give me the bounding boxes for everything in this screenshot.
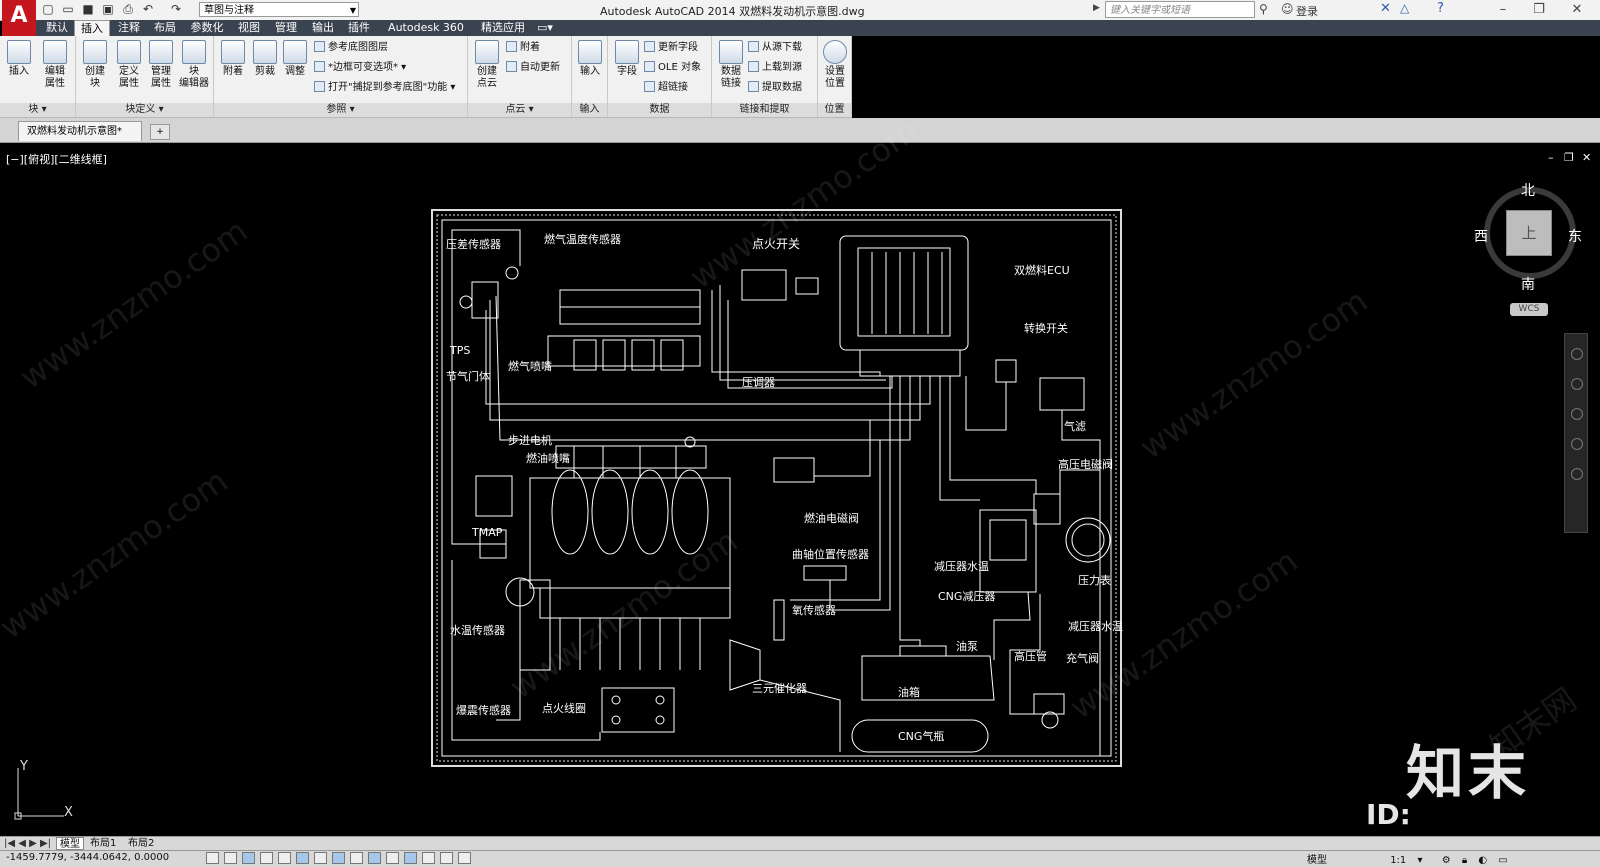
label-ecu: 双燃料ECU	[1014, 263, 1070, 277]
status-right: 模型 1:1 ▾ ⚙ 🔒︎ ◐ ▭	[1307, 851, 1508, 866]
otrack-toggle[interactable]	[332, 852, 345, 864]
watermark: www.znzmo.com	[503, 522, 745, 707]
label-stepper: 步进电机	[508, 433, 552, 447]
label-regulator: 压调器	[742, 376, 775, 389]
label-fuel-valve: 燃油电磁阀	[804, 511, 859, 525]
compass-west[interactable]: 西	[1474, 226, 1488, 246]
label-water-sensor: 水温传感器	[450, 624, 505, 637]
layout-nav-arrows[interactable]: |◀ ◀ ▶ ▶|	[4, 837, 51, 850]
label-gas-injector: 燃气喷嘴	[508, 359, 552, 373]
label-crank-sensor: 曲轴位置传感器	[792, 547, 869, 561]
infer-constraints-toggle[interactable]	[206, 852, 219, 864]
fullscreen-icon[interactable]: ▭	[1498, 855, 1507, 866]
dyn-toggle[interactable]	[368, 852, 381, 864]
drawing-canvas[interactable]: www.znzmo.com www.znzmo.com www.znzmo.co…	[0, 0, 1600, 866]
navigation-bar	[1564, 333, 1588, 533]
compass-east[interactable]: 东	[1568, 226, 1582, 246]
label-hp-pipe: 高压管	[1014, 649, 1047, 663]
label-switch: 转换开关	[1024, 321, 1068, 335]
tab-layout2[interactable]: 布局2	[128, 837, 154, 850]
label-ignition-switch: 点火开关	[752, 237, 800, 251]
label-gauge: 压力表	[1078, 573, 1111, 587]
workspace-switch-icon[interactable]: ⚙	[1442, 855, 1451, 866]
label-pressure-sensor: 压差传感器	[446, 237, 501, 251]
label-fuel-pump: 油泵	[956, 639, 978, 653]
layout-tab-bar	[0, 836, 1600, 851]
osnap-toggle[interactable]	[296, 852, 309, 864]
isolate-icon[interactable]: ◐	[1478, 855, 1487, 866]
watermark: www.znzmo.com	[1133, 282, 1375, 467]
wcs-menu[interactable]: WCS	[1510, 303, 1548, 316]
lock-icon[interactable]: 🔒︎	[1462, 855, 1467, 866]
annotation-monitor-toggle[interactable]	[458, 852, 471, 864]
ducs-toggle[interactable]	[350, 852, 363, 864]
label-hp-valve: 高压电磁阀	[1058, 457, 1113, 471]
snap-toggle[interactable]	[224, 852, 237, 864]
compass-north[interactable]: 北	[1521, 180, 1535, 200]
label-tmap: TMAP	[471, 526, 503, 539]
label-ignition-coil: 点火线圈	[542, 701, 586, 715]
viewcube-top-face[interactable]: 上	[1506, 210, 1552, 256]
label-charge-valve: 充气阀	[1066, 651, 1099, 665]
annotation-scale[interactable]: 1:1	[1390, 855, 1406, 866]
pan-icon[interactable]	[1571, 378, 1583, 390]
3d-osnap-toggle[interactable]	[314, 852, 327, 864]
label-catalyst: 三元催化器	[752, 681, 807, 695]
label-fuel-injector: 燃油喷嘴	[526, 451, 570, 465]
label-knock-sensor: 爆震传感器	[456, 703, 511, 717]
tab-layout1[interactable]: 布局1	[90, 837, 116, 850]
chevron-down-icon[interactable]: ▾	[1417, 855, 1422, 866]
coordinates-readout[interactable]: -1459.7779, -3444.0642, 0.0000	[6, 852, 169, 863]
label-reducer-water-2: 减压器水温	[1068, 620, 1123, 633]
zoom-icon[interactable]	[1571, 408, 1583, 420]
label-fuel-tank: 油箱	[898, 685, 920, 699]
label-throttle: 节气门体	[446, 369, 490, 383]
watermark: www.znzmo.com	[0, 462, 234, 647]
orbit-icon[interactable]	[1571, 438, 1583, 450]
compass-south[interactable]: 南	[1521, 274, 1535, 294]
tab-model[interactable]: 模型	[56, 837, 84, 850]
quick-properties-toggle[interactable]	[422, 852, 435, 864]
polar-toggle[interactable]	[278, 852, 291, 864]
watermark: www.znzmo.com	[13, 212, 255, 397]
lineweight-toggle[interactable]	[386, 852, 399, 864]
label-gas-filter: 气滤	[1064, 419, 1086, 433]
grid-toggle[interactable]	[242, 852, 255, 864]
steering-wheel-icon[interactable]	[1571, 348, 1583, 360]
watermark: www.znzmo.com	[683, 112, 925, 297]
label-tps: TPS	[449, 344, 470, 357]
selection-cycling-toggle[interactable]	[440, 852, 453, 864]
label-reducer-water: 减压器水温	[934, 560, 989, 573]
ucs-y-label: Y	[19, 759, 28, 774]
watermark: www.znzmo.com	[1063, 542, 1305, 727]
label-cng-cylinder: CNG气瓶	[898, 729, 944, 743]
model-space-button[interactable]: 模型	[1307, 855, 1327, 866]
label-gas-temp-sensor: 燃气温度传感器	[544, 232, 621, 246]
ucs-x-label: X	[64, 805, 73, 820]
ortho-toggle[interactable]	[260, 852, 273, 864]
label-oxygen-sensor: 氧传感器	[792, 603, 836, 617]
transparency-toggle[interactable]	[404, 852, 417, 864]
label-cng-reducer: CNG减压器	[938, 590, 995, 603]
showmotion-icon[interactable]	[1571, 468, 1583, 480]
ucs-icon	[14, 768, 64, 820]
